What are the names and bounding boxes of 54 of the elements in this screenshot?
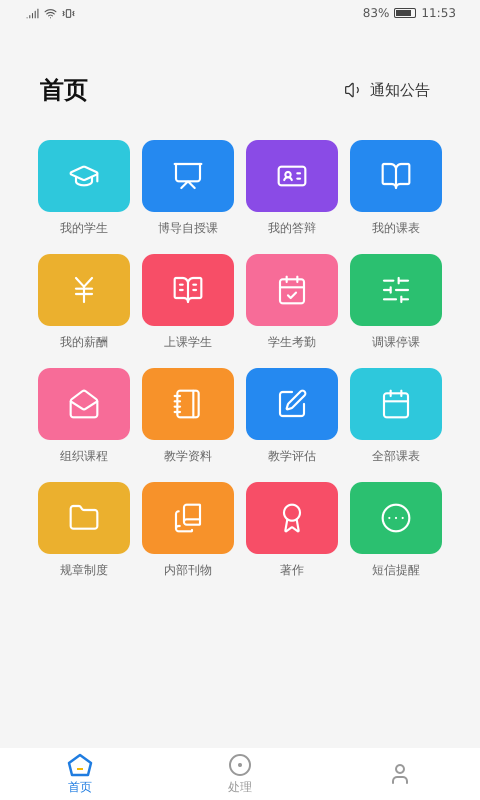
app-tile[interactable] <box>350 368 442 440</box>
notice-button[interactable]: 通知公告 <box>344 80 430 100</box>
app-tile[interactable] <box>246 482 338 554</box>
app-tile[interactable] <box>350 482 442 554</box>
nav-tab[interactable]: 首页 <box>0 748 160 800</box>
books-icon <box>172 502 204 534</box>
app-tile[interactable] <box>142 254 234 326</box>
tile-label: 内部刊物 <box>164 562 212 579</box>
tile-label: 我的课表 <box>372 220 420 237</box>
tile-label: 著作 <box>280 562 304 579</box>
tile-label: 调课停课 <box>372 334 420 351</box>
app-tile[interactable] <box>350 254 442 326</box>
battery-icon <box>394 8 416 18</box>
app-tile[interactable] <box>38 254 130 326</box>
app-tile[interactable] <box>142 140 234 212</box>
wifi-icon <box>44 6 57 20</box>
tile-label: 我的学生 <box>60 220 108 237</box>
calendar-icon <box>380 388 412 420</box>
circle-icon <box>228 752 252 776</box>
tile-label: 教学资料 <box>164 448 212 465</box>
app-tile[interactable] <box>38 140 130 212</box>
tile-label: 我的薪酬 <box>60 334 108 351</box>
clock: 11:53 <box>421 6 456 20</box>
app-tile[interactable] <box>142 482 234 554</box>
open-book-icon <box>380 160 412 192</box>
app-tile[interactable] <box>142 368 234 440</box>
sliders-icon <box>380 274 412 306</box>
pen-icon <box>276 388 308 420</box>
home-icon <box>67 752 93 776</box>
calendar-check-icon <box>276 274 308 306</box>
more-icon <box>380 502 412 534</box>
tile-label: 短信提醒 <box>372 562 420 579</box>
tile-label: 上课学生 <box>164 334 212 351</box>
tile-label: 教学评估 <box>268 448 316 465</box>
page-title: 首页 <box>40 75 88 106</box>
app-tile[interactable] <box>38 368 130 440</box>
tile-label: 规章制度 <box>60 562 108 579</box>
battery-percent: 83% <box>362 6 390 20</box>
tile-label: 学生考勤 <box>268 334 316 351</box>
tile-label: 组织课程 <box>60 448 108 465</box>
tile-label: 全部课表 <box>372 448 420 465</box>
app-tile[interactable] <box>246 254 338 326</box>
open-book-icon <box>172 274 204 306</box>
tile-label: 博导自授课 <box>158 220 218 237</box>
presentation-icon <box>172 160 204 192</box>
app-tile[interactable] <box>350 140 442 212</box>
tile-label: 我的答辩 <box>268 220 316 237</box>
app-tile[interactable] <box>38 482 130 554</box>
signal-icon <box>26 6 39 20</box>
open-mail-icon <box>68 388 100 420</box>
app-tile[interactable] <box>246 140 338 212</box>
app-tile[interactable] <box>246 368 338 440</box>
nav-tab[interactable]: 处理 <box>160 748 320 800</box>
vibrate-icon <box>62 6 75 20</box>
